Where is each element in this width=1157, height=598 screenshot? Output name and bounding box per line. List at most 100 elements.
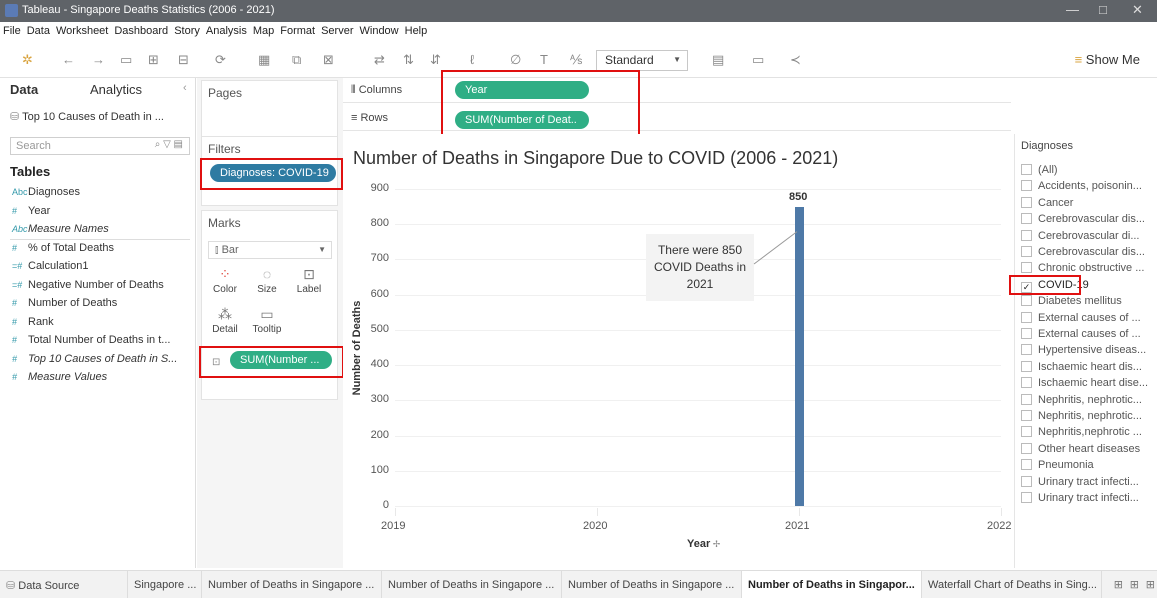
menu-format[interactable]: Format <box>277 22 318 40</box>
show-labels-icon[interactable]: T <box>540 52 548 67</box>
show-cards-icon[interactable]: ▤ <box>712 52 724 68</box>
filter-option[interactable]: Cerebrovascular dis... <box>1021 213 1157 229</box>
checkbox-icon[interactable] <box>1021 262 1032 274</box>
clear-sheet-icon[interactable]: ⊠ <box>323 52 334 68</box>
checkbox-icon[interactable] <box>1021 311 1032 323</box>
new-datasource-icon[interactable]: ⊞ <box>148 52 159 68</box>
color-button[interactable]: ⁘ Color <box>206 266 244 295</box>
field-item[interactable]: # Top 10 Causes of Death in S... <box>12 353 177 365</box>
search-input[interactable]: Search ⌕ ▽ ▤ <box>10 137 190 155</box>
filter-option[interactable]: Nephritis, nephrotic... <box>1021 410 1157 426</box>
bar-mark[interactable] <box>794 206 804 506</box>
field-item[interactable]: =# Calculation1 <box>12 260 89 272</box>
filter-option[interactable]: Ischaemic heart dis... <box>1021 360 1157 377</box>
sheet-tab[interactable]: Number of Deaths in Singapore ... <box>562 571 742 598</box>
filter-option[interactable]: Ischaemic heart dise... <box>1021 377 1157 393</box>
checkbox-icon[interactable] <box>1021 246 1032 257</box>
new-worksheet-tab-icon[interactable]: ⊞ <box>1114 578 1123 591</box>
new-worksheet-icon[interactable]: ▦ <box>258 52 270 68</box>
redo-icon[interactable]: → <box>92 52 105 67</box>
filter-option[interactable]: Urinary tract infecti... <box>1021 492 1157 508</box>
show-me-button[interactable]: ≡ Show Me <box>1075 52 1140 67</box>
checkbox-icon[interactable] <box>1021 442 1032 454</box>
new-story-tab-icon[interactable]: ⊞ <box>1146 578 1155 591</box>
share-icon[interactable]: ≺ <box>790 52 801 68</box>
checkbox-icon[interactable] <box>1021 328 1032 339</box>
fit-dropdown[interactable]: Standard ▼ <box>596 50 688 71</box>
filter-option[interactable]: Cerebrovascular di... <box>1021 229 1157 246</box>
field-item[interactable]: # % of Total Deaths <box>12 242 114 254</box>
filter-option[interactable]: Pneumonia <box>1021 459 1157 475</box>
filter-option[interactable]: Nephritis,nephrotic ... <box>1021 426 1157 442</box>
save-icon[interactable]: ▭ <box>120 52 132 68</box>
minimize-button[interactable]: — <box>1066 2 1079 17</box>
menu-story[interactable]: Story <box>171 22 203 40</box>
mark-type-select[interactable]: ⫾ Bar ▼ <box>208 241 332 259</box>
sort-icon[interactable]: ✢ <box>710 539 721 549</box>
filter-option[interactable]: Cerebrovascular dis... <box>1021 246 1157 262</box>
menu-map[interactable]: Map <box>250 22 277 40</box>
group-icon[interactable]: ∅ <box>510 52 521 68</box>
field-item[interactable]: # Rank <box>12 316 54 328</box>
tab-data[interactable]: Data <box>10 82 38 97</box>
checkbox-icon[interactable] <box>1021 196 1032 208</box>
checkbox-icon[interactable] <box>1021 377 1032 389</box>
filter-option[interactable]: Hypertensive diseas... <box>1021 344 1157 360</box>
collapse-pane-icon[interactable]: ‹ <box>183 82 187 94</box>
pause-updates-icon[interactable]: ⊟ <box>178 52 189 68</box>
menu-server[interactable]: Server <box>318 22 356 40</box>
search-filter-icon[interactable]: ⌕ ▽ ▤ <box>155 139 183 150</box>
filter-option[interactable]: (All) <box>1021 164 1157 180</box>
checkbox-icon[interactable] <box>1021 492 1032 503</box>
tab-data-source[interactable]: ⛁ Data Source <box>0 571 128 598</box>
filter-option[interactable]: Diabetes mellitus <box>1021 295 1157 311</box>
fix-axes-icon[interactable]: ⅍ <box>570 52 582 67</box>
sheet-tab[interactable]: Number of Deaths in Singapore ... <box>382 571 562 598</box>
menu-window[interactable]: Window <box>357 22 402 40</box>
pages-card[interactable]: Pages <box>201 80 338 142</box>
field-item[interactable]: # Year <box>12 205 50 217</box>
filter-option[interactable]: Urinary tract infecti... <box>1021 475 1157 492</box>
filter-option[interactable]: Nephritis, nephrotic... <box>1021 393 1157 410</box>
checkbox-icon[interactable] <box>1021 164 1032 175</box>
sheet-tab[interactable]: Number of Deaths in Singapore ... <box>202 571 382 598</box>
checkbox-icon[interactable] <box>1021 360 1032 372</box>
menu-file[interactable]: File <box>0 22 24 40</box>
checkbox-icon[interactable] <box>1021 475 1032 487</box>
checkbox-icon[interactable] <box>1021 180 1032 192</box>
filter-option[interactable]: Accidents, poisonin... <box>1021 180 1157 196</box>
presentation-icon[interactable]: ▭ <box>752 52 764 68</box>
refresh-icon[interactable]: ⟳ <box>215 52 226 68</box>
sort-ascending-icon[interactable]: ⇅ <box>403 52 414 68</box>
checkbox-icon[interactable] <box>1021 344 1032 356</box>
menu-help[interactable]: Help <box>402 22 431 40</box>
sheet-tab[interactable]: Number of Deaths in Singapor... <box>742 571 922 598</box>
checkbox-icon[interactable] <box>1021 229 1032 241</box>
filter-option[interactable]: Other heart diseases <box>1021 442 1157 459</box>
tooltip-button[interactable]: ▭ Tooltip <box>248 306 286 335</box>
filter-option[interactable]: External causes of ... <box>1021 311 1157 328</box>
annotation[interactable]: There were 850 COVID Deaths in 2021 <box>646 234 754 301</box>
sort-descending-icon[interactable]: ⇵ <box>430 52 441 68</box>
filter-option[interactable]: Cancer <box>1021 196 1157 213</box>
highlight-icon[interactable]: ℓ <box>470 52 474 67</box>
datasource-item[interactable]: ⛁ Top 10 Causes of Death in ... <box>10 110 164 123</box>
menu-dashboard[interactable]: Dashboard <box>111 22 171 40</box>
field-item[interactable]: =# Negative Number of Deaths <box>12 279 164 291</box>
tab-analytics[interactable]: Analytics <box>90 82 142 97</box>
checkbox-icon[interactable] <box>1021 213 1032 225</box>
new-dashboard-tab-icon[interactable]: ⊞ <box>1130 578 1139 591</box>
field-item[interactable]: # Measure Values <box>12 371 107 383</box>
menu-data[interactable]: Data <box>24 22 53 40</box>
swap-rows-columns-icon[interactable]: ⇄ <box>374 52 385 68</box>
field-item[interactable]: # Number of Deaths <box>12 297 117 309</box>
duplicate-sheet-icon[interactable]: ⧉ <box>292 52 301 68</box>
field-item[interactable]: AbcDiagnoses <box>12 186 80 198</box>
menu-analysis[interactable]: Analysis <box>203 22 250 40</box>
field-item[interactable]: # Total Number of Deaths in t... <box>12 334 170 346</box>
close-button[interactable]: ✕ <box>1132 2 1143 18</box>
checkbox-icon[interactable] <box>1021 426 1032 438</box>
checkbox-icon[interactable] <box>1021 410 1032 421</box>
checkbox-icon[interactable] <box>1021 459 1032 471</box>
tableau-logo-icon[interactable]: ✲ <box>22 52 33 68</box>
